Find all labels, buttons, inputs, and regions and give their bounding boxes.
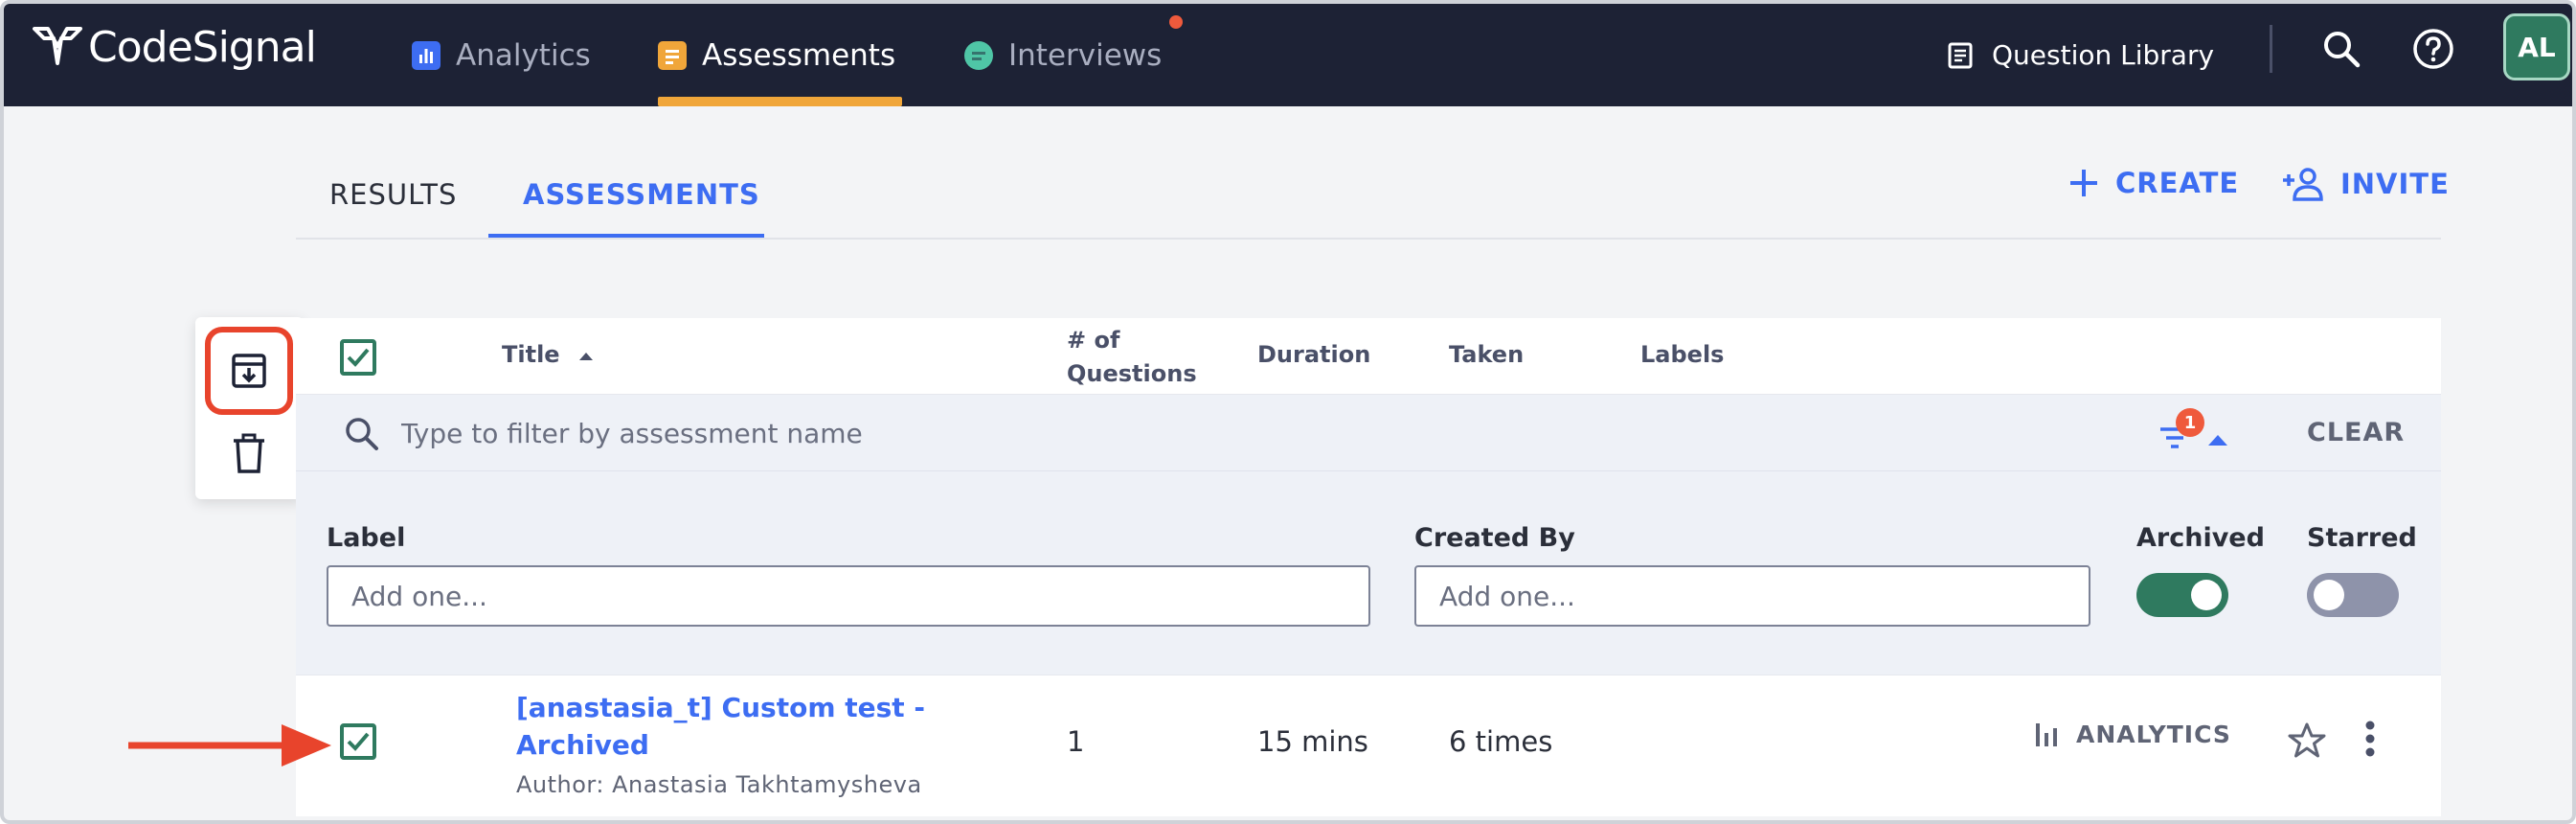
row-analytics-label: ANALYTICS xyxy=(2076,720,2231,748)
row-analytics-link[interactable]: ANALYTICS xyxy=(2034,720,2231,748)
interviews-icon xyxy=(964,40,993,70)
filter-row: 1 CLEAR xyxy=(296,395,2441,471)
add-person-icon xyxy=(2283,168,2323,201)
toggle-knob xyxy=(2191,580,2222,610)
search-icon xyxy=(346,418,378,450)
plus-icon xyxy=(2070,170,2097,196)
column-taken[interactable]: Taken xyxy=(1449,341,1524,368)
starred-toggle[interactable] xyxy=(2307,573,2399,617)
cell-taken: 6 times xyxy=(1449,725,1553,758)
filter-toggle[interactable]: 1 xyxy=(2158,404,2235,462)
trash-icon xyxy=(234,433,264,473)
column-title-label: Title xyxy=(502,341,560,368)
assessment-author: Author: Anastasia Takhtamysheva xyxy=(516,771,922,798)
logo-text: CodeSignal xyxy=(88,22,317,72)
check-icon xyxy=(347,732,370,751)
question-library-link[interactable]: Question Library xyxy=(1948,4,2214,106)
nav-active-indicator xyxy=(658,97,902,106)
toggle-knob xyxy=(2314,580,2344,610)
tab-active-indicator xyxy=(488,234,764,238)
create-button[interactable]: CREATE xyxy=(2068,167,2239,199)
delete-button[interactable] xyxy=(224,424,274,482)
nav-interviews-label: Interviews xyxy=(1008,37,1163,73)
invite-label: INVITE xyxy=(2340,168,2450,200)
create-label: CREATE xyxy=(2115,167,2240,199)
chevron-up-icon xyxy=(2208,435,2227,446)
column-questions-line2: Questions xyxy=(1067,360,1197,387)
cell-duration: 15 mins xyxy=(1257,725,1368,758)
nav-analytics-label: Analytics xyxy=(456,37,591,73)
invite-button[interactable]: INVITE xyxy=(2281,167,2450,201)
clear-filters-button[interactable]: CLEAR xyxy=(2307,418,2405,447)
bulk-actions-panel xyxy=(195,317,304,499)
archive-icon xyxy=(232,354,266,388)
check-icon xyxy=(347,348,370,367)
question-library-label: Question Library xyxy=(1992,39,2215,71)
column-questions[interactable]: # of Questions xyxy=(1067,324,1197,391)
tabs-baseline xyxy=(296,238,2441,240)
nav-assessments[interactable]: Assessments xyxy=(658,4,895,106)
archived-toggle[interactable] xyxy=(2136,573,2228,617)
codesignal-logo[interactable]: CodeSignal xyxy=(33,22,317,72)
app-frame: CodeSignal Analytics Assessments Intervi… xyxy=(0,0,2576,824)
column-questions-line1: # of xyxy=(1067,327,1120,354)
tab-results[interactable]: RESULTS xyxy=(329,178,457,211)
created-by-input[interactable] xyxy=(1414,565,2090,627)
nav-analytics[interactable]: Analytics xyxy=(412,4,591,106)
annotation-arrow-icon xyxy=(128,724,331,767)
assessment-filter-input[interactable] xyxy=(401,412,2029,454)
notification-dot xyxy=(1169,15,1183,29)
assessment-title-link[interactable]: [anastasia_t] Custom test - Archived xyxy=(516,689,947,764)
assessments-icon xyxy=(658,40,687,70)
book-icon xyxy=(1948,42,1973,68)
nav-assessments-label: Assessments xyxy=(702,37,896,73)
label-filter-input[interactable] xyxy=(327,565,1370,627)
column-title[interactable]: Title xyxy=(502,341,595,368)
cell-questions: 1 xyxy=(1067,725,1085,758)
starred-heading: Starred xyxy=(2307,523,2417,553)
filter-panel: Label Created By Archived Starred xyxy=(296,471,2441,675)
top-navigation-bar: CodeSignal Analytics Assessments Intervi… xyxy=(4,4,2572,106)
table-row[interactable]: [anastasia_t] Custom test - Archived Aut… xyxy=(296,675,2441,813)
archive-button[interactable] xyxy=(205,327,293,415)
column-duration[interactable]: Duration xyxy=(1257,341,1370,368)
select-all-checkbox[interactable] xyxy=(340,339,376,376)
more-options-icon[interactable] xyxy=(2362,720,2378,762)
codesignal-logo-icon xyxy=(33,27,82,65)
search-icon[interactable] xyxy=(2319,27,2363,71)
help-icon[interactable] xyxy=(2411,27,2455,71)
bar-chart-icon xyxy=(2036,723,2057,746)
star-icon[interactable] xyxy=(2288,721,2326,760)
created-by-heading: Created By xyxy=(1414,523,1575,553)
tab-assessments[interactable]: ASSESSMENTS xyxy=(523,178,760,211)
column-labels[interactable]: Labels xyxy=(1640,341,1724,368)
archived-heading: Archived xyxy=(2136,523,2265,553)
filter-count-badge: 1 xyxy=(2176,408,2204,437)
label-filter-heading: Label xyxy=(327,523,406,553)
row-checkbox[interactable] xyxy=(340,723,376,760)
nav-interviews[interactable]: Interviews xyxy=(964,4,1162,106)
assessments-table: Title # of Questions Duration Taken Labe… xyxy=(296,318,2441,816)
table-header: Title # of Questions Duration Taken Labe… xyxy=(296,318,2441,395)
user-avatar[interactable]: AL xyxy=(2503,13,2570,80)
sort-asc-icon xyxy=(578,353,593,360)
analytics-icon xyxy=(412,40,441,70)
nav-divider xyxy=(2270,25,2272,73)
